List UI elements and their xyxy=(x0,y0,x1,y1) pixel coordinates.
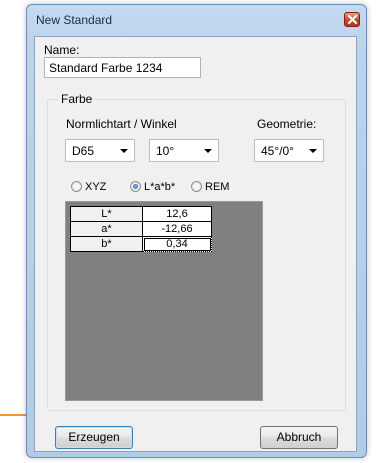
cell-a-value[interactable]: -12,66 xyxy=(142,221,212,237)
radio-circle-icon xyxy=(71,181,82,192)
lab-values-grid[interactable]: L* 12,6 a* -12,66 b* 0,34 xyxy=(65,201,263,401)
illuminant-select[interactable]: D65 xyxy=(65,139,135,162)
table-row: L* 12,6 xyxy=(70,206,212,222)
window-title: New Standard xyxy=(36,13,113,27)
title-bar[interactable]: New Standard xyxy=(27,5,366,35)
table-row: a* -12,66 xyxy=(70,221,212,237)
geometry-label: Geometrie: xyxy=(257,117,317,131)
geometry-value: 45°/0° xyxy=(261,144,294,158)
angle-value: 10° xyxy=(156,144,175,158)
illuminant-angle-label: Normlichtart / Winkel xyxy=(66,117,177,131)
cell-b-value[interactable]: 0,34 xyxy=(142,236,212,252)
dialog-client-area: Name: Standard Farbe 1234 Farbe Normlich… xyxy=(34,36,357,452)
cancel-button[interactable]: Abbruch xyxy=(260,426,338,449)
name-label: Name: xyxy=(44,43,80,57)
geometry-select[interactable]: 45°/0° xyxy=(254,139,324,162)
row-header-b: b* xyxy=(70,236,143,252)
radio-lab[interactable]: L*a*b* xyxy=(130,181,175,193)
radio-xyz[interactable]: XYZ xyxy=(71,181,106,193)
create-button[interactable]: Erzeugen xyxy=(55,426,133,449)
radio-selected-icon xyxy=(130,181,141,192)
row-header-a: a* xyxy=(70,221,143,237)
row-header-l: L* xyxy=(70,206,143,222)
chevron-down-icon xyxy=(309,149,317,153)
name-input[interactable]: Standard Farbe 1234 xyxy=(44,57,201,78)
cell-l-value[interactable]: 12,6 xyxy=(142,206,212,222)
illuminant-value: D65 xyxy=(72,144,95,158)
radio-rem-label: REM xyxy=(205,181,230,193)
radio-xyz-label: XYZ xyxy=(85,181,107,193)
close-icon xyxy=(348,15,357,24)
table-row: b* 0,34 xyxy=(70,236,212,252)
chevron-down-icon xyxy=(120,149,128,153)
farbe-legend: Farbe xyxy=(58,92,96,106)
close-button[interactable] xyxy=(344,12,360,27)
dialog-window: New Standard Name: Standard Farbe 1234 F… xyxy=(26,4,367,458)
radio-lab-label: L*a*b* xyxy=(144,181,176,193)
radio-rem[interactable]: REM xyxy=(191,181,229,193)
angle-select[interactable]: 10° xyxy=(149,139,219,162)
radio-circle-icon xyxy=(191,181,202,192)
chevron-down-icon xyxy=(204,149,212,153)
lab-table: L* 12,6 a* -12,66 b* 0,34 xyxy=(70,206,212,252)
